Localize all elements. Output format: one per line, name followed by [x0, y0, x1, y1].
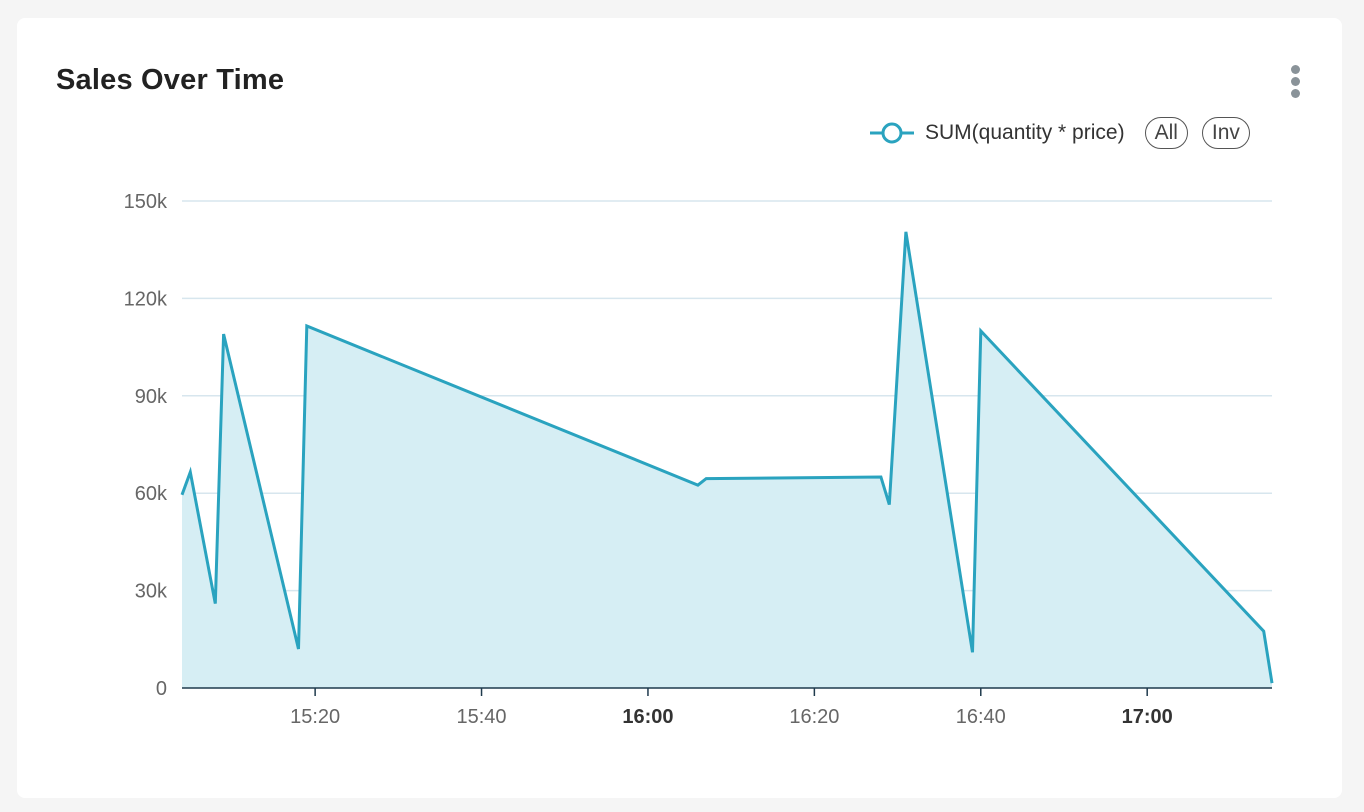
- x-tick-label: 15:40: [457, 706, 507, 728]
- y-tick-label: 60k: [135, 483, 168, 505]
- y-tick-label: 150k: [124, 191, 168, 213]
- x-tick-label: 16:00: [622, 706, 673, 728]
- y-tick-label: 0: [156, 678, 167, 700]
- chart-legend: SUM(quantity * price) All Inv: [868, 116, 1250, 150]
- x-tick-label: 16:40: [956, 706, 1006, 728]
- series-area: [182, 231, 1272, 689]
- legend-line-circle-icon: [870, 122, 914, 144]
- y-tick-label: 90k: [135, 386, 168, 408]
- x-tick-label: 17:00: [1122, 706, 1173, 728]
- legend-item-series[interactable]: SUM(quantity * price): [868, 121, 1125, 145]
- x-tick-label: 15:20: [290, 706, 340, 728]
- y-tick-label: 120k: [124, 288, 168, 310]
- y-tick-label: 30k: [135, 581, 168, 603]
- legend-invert-button[interactable]: Inv: [1201, 117, 1250, 149]
- x-tick-label: 16:20: [789, 706, 839, 728]
- legend-select-all-button[interactable]: All: [1144, 117, 1188, 149]
- legend-series-label: SUM(quantity * price): [925, 121, 1125, 144]
